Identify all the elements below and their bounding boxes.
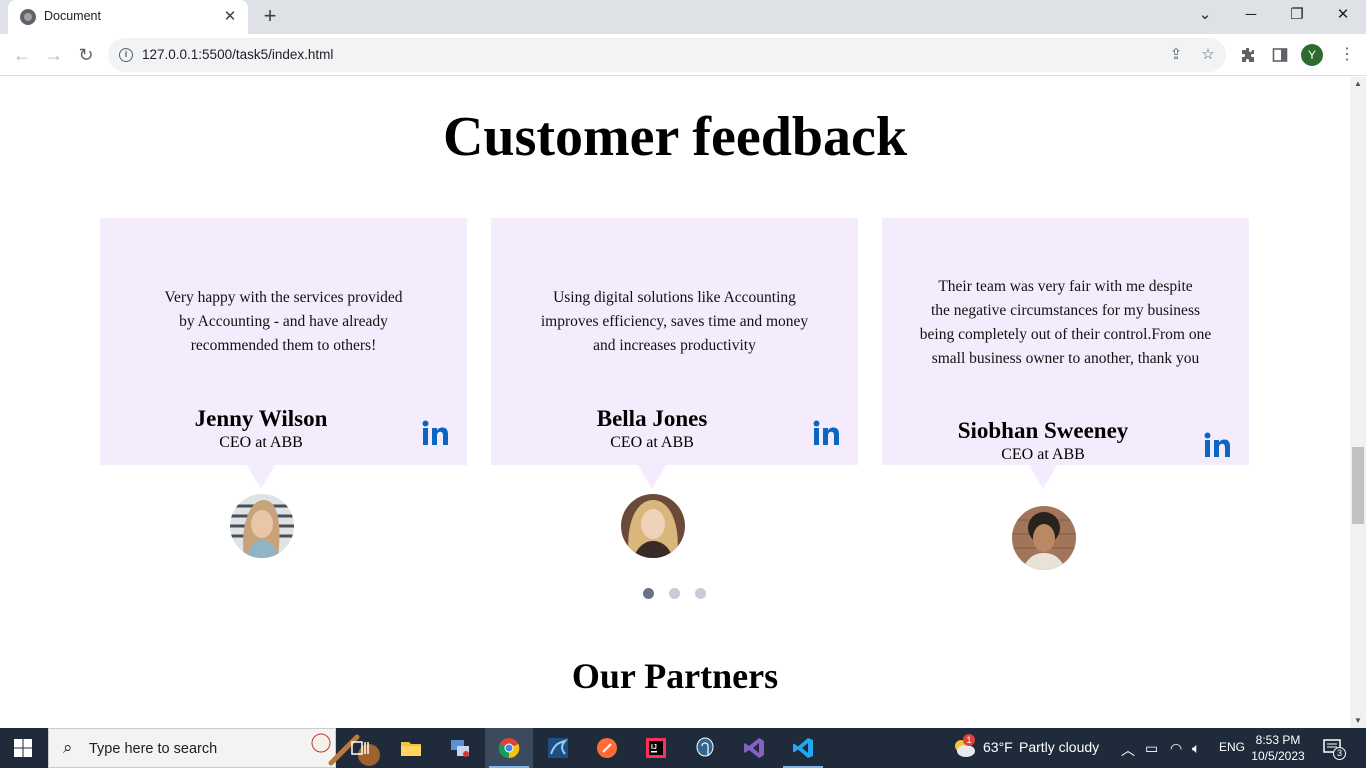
testimonial-quote: Very happy with the services provided by…: [164, 289, 403, 354]
browser-toolbar: ← → ↻ i 127.0.0.1:5500/task5/index.html …: [0, 34, 1366, 76]
testimonial-card: Their team was very fair with me despite…: [882, 218, 1249, 465]
linkedin-icon[interactable]: [422, 420, 450, 446]
avatar: [621, 494, 685, 558]
close-window-button[interactable]: ✕: [1320, 0, 1366, 32]
forward-button[interactable]: →: [41, 42, 67, 68]
battery-icon[interactable]: ▭: [1145, 740, 1158, 757]
bookmark-star-icon[interactable]: ☆: [1199, 46, 1217, 64]
share-icon[interactable]: ⇪: [1167, 46, 1185, 64]
search-icon: ⌕: [63, 738, 73, 757]
scroll-up-arrow-icon[interactable]: ▲: [1350, 77, 1366, 91]
vscode-icon[interactable]: [779, 728, 827, 768]
weather-badge: 1: [963, 734, 975, 746]
restore-button[interactable]: ❐: [1274, 0, 1320, 32]
card-pointer: [247, 465, 275, 489]
scroll-down-arrow-icon[interactable]: ▼: [1350, 714, 1366, 728]
postgres-icon[interactable]: [681, 728, 729, 768]
minimize-button[interactable]: ─: [1228, 0, 1274, 32]
carousel-dot[interactable]: [643, 588, 654, 599]
visual-studio-icon[interactable]: [730, 728, 778, 768]
testimonial-card: Using digital solutions like Accounting …: [491, 218, 858, 465]
card-pointer: [1029, 465, 1057, 489]
language-indicator[interactable]: ENG: [1219, 740, 1245, 754]
notification-count: 3: [1333, 747, 1346, 760]
tab-search-button[interactable]: ⌄: [1182, 0, 1228, 32]
postman-icon[interactable]: [583, 728, 631, 768]
svg-text:IJ: IJ: [651, 744, 657, 751]
carousel-dot[interactable]: [695, 588, 706, 599]
tab-title: Document: [44, 9, 101, 23]
page-scrollbar[interactable]: ▲ ▼: [1350, 77, 1366, 728]
weather-temperature: 63°F: [983, 739, 1013, 755]
site-info-icon[interactable]: i: [119, 48, 133, 62]
url-text[interactable]: 127.0.0.1:5500/task5/index.html: [142, 47, 333, 62]
person-name: Jenny Wilson: [194, 406, 328, 431]
back-button[interactable]: ←: [9, 42, 35, 68]
person-name: Siobhan Sweeney: [957, 418, 1129, 443]
person-role: CEO at ABB: [610, 434, 694, 451]
person-role: CEO at ABB: [1001, 446, 1085, 463]
reload-button[interactable]: ↻: [73, 42, 99, 68]
chevron-up-icon[interactable]: ︿: [1121, 740, 1135, 760]
windows-taskbar: ⌕ Type here to search IJ 1 63°F Partly c…: [0, 728, 1366, 768]
address-bar[interactable]: i 127.0.0.1:5500/task5/index.html ⇪ ☆: [108, 38, 1226, 72]
card-pointer: [638, 465, 666, 489]
side-panel-icon[interactable]: [1269, 44, 1291, 66]
clock-time: 8:53 PM: [1255, 733, 1301, 747]
search-placeholder: Type here to search: [89, 741, 218, 757]
scrollbar-thumb[interactable]: [1352, 447, 1364, 524]
linkedin-icon[interactable]: [813, 420, 841, 446]
avatar: [1012, 506, 1076, 570]
chrome-icon[interactable]: [485, 728, 533, 768]
menu-kebab-icon[interactable]: ⋮: [1336, 44, 1358, 66]
system-clock[interactable]: 8:53 PM 10/5/2023: [1248, 732, 1308, 764]
new-tab-button[interactable]: +: [258, 5, 282, 29]
browser-tab[interactable]: Document ✕: [8, 0, 248, 34]
taskbar-search-box[interactable]: ⌕ Type here to search: [48, 728, 380, 768]
page-viewport: Customer feedback Very happy with the se…: [0, 77, 1350, 728]
wireshark-icon[interactable]: [534, 728, 582, 768]
windows-start-icon[interactable]: [14, 739, 32, 757]
testimonial-quote: Using digital solutions like Accounting …: [540, 289, 809, 354]
carousel-dot[interactable]: [669, 588, 680, 599]
page-title: Customer feedback: [442, 106, 908, 168]
globe-icon: [20, 9, 36, 25]
testimonial-card: Very happy with the services provided by…: [100, 218, 467, 465]
volume-icon[interactable]: 🔈︎: [1192, 740, 1200, 757]
person-name: Bella Jones: [596, 406, 708, 431]
tab-bar: Document ✕ + ⌄ ─ ❐ ✕: [0, 0, 1366, 34]
section-heading: Our Partners: [571, 656, 779, 696]
clock-date: 10/5/2023: [1251, 749, 1305, 763]
linkedin-icon[interactable]: [1204, 432, 1232, 458]
extensions-icon[interactable]: [1237, 44, 1259, 66]
notifications-icon[interactable]: 3: [1322, 738, 1346, 760]
person-role: CEO at ABB: [219, 434, 303, 451]
wifi-icon[interactable]: ◠: [1170, 740, 1182, 757]
close-tab-icon[interactable]: ✕: [220, 7, 240, 27]
network-tool-icon[interactable]: [436, 728, 484, 768]
file-explorer-icon[interactable]: [387, 728, 435, 768]
avatar: [230, 494, 294, 558]
profile-avatar[interactable]: Y: [1301, 44, 1323, 66]
testimonial-quote: Their team was very fair with me despite…: [919, 278, 1212, 367]
weather-condition: Partly cloudy: [1019, 739, 1100, 755]
task-view-button[interactable]: [336, 728, 384, 768]
intellij-icon[interactable]: IJ: [632, 728, 680, 768]
